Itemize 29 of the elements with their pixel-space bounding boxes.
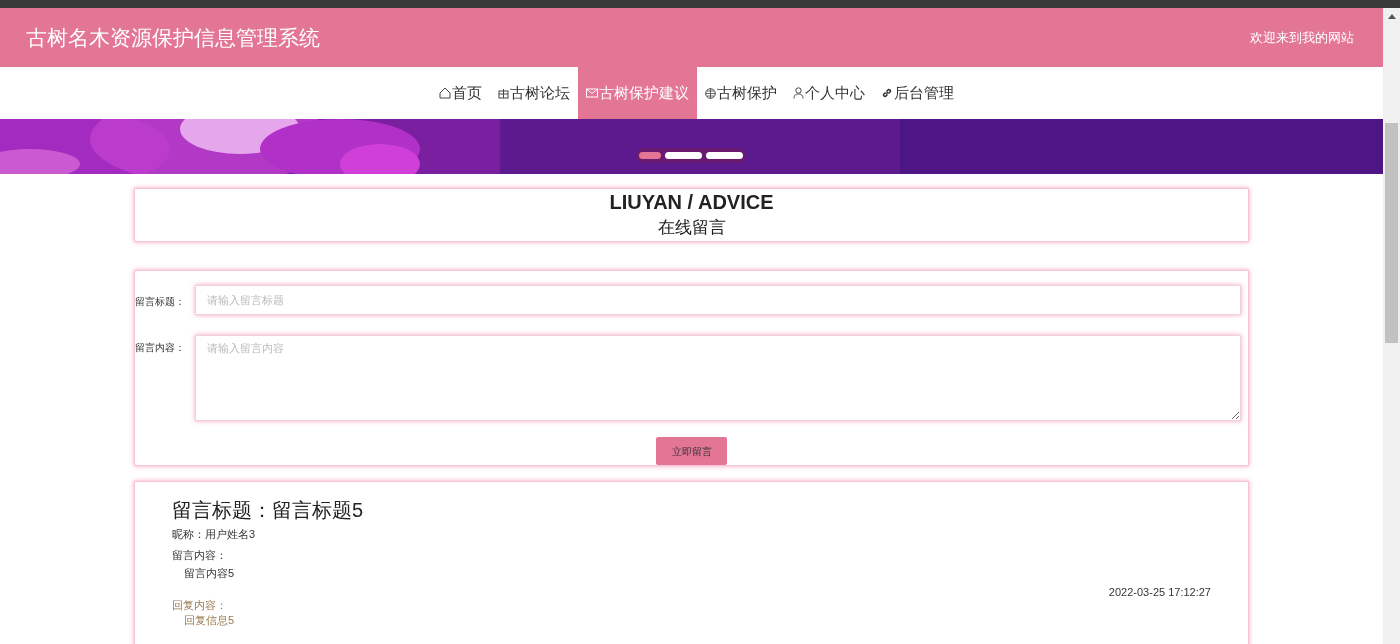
reply-label: 回复内容： <box>172 598 228 613</box>
nav-tab[interactable]: 首页 <box>431 67 490 119</box>
user-icon <box>793 87 804 99</box>
content-input[interactable]: 请输入留言内容 <box>195 335 1241 421</box>
link-icon <box>881 87 893 99</box>
scrollbar-thumb[interactable] <box>1385 123 1398 343</box>
section-title: LIUYAN / ADVICE <box>609 190 774 215</box>
envelope-icon <box>586 88 598 98</box>
section-subtitle: 在线留言 <box>657 217 726 239</box>
submit-button[interactable]: 立即留言 <box>656 437 727 465</box>
nav-tab[interactable]: 古树保护 <box>697 67 785 119</box>
field-label: 留言内容： <box>135 341 186 355</box>
gift-icon <box>498 87 509 99</box>
welcome-text: 欢迎来到我的网站 <box>1250 28 1354 47</box>
field-label: 留言标题： <box>135 295 186 309</box>
title-input[interactable]: 请输入留言标题 <box>195 285 1241 315</box>
reply-content: 回复信息5 <box>184 613 236 627</box>
globe-icon <box>705 87 716 99</box>
site-title: 古树名木资源保护信息管理系统 <box>26 24 320 51</box>
message-content: 留言内容5 <box>184 566 236 581</box>
home-icon <box>439 87 451 99</box>
message-time: 2022-03-25 17:12:27 <box>1108 585 1211 600</box>
scroll-up-icon[interactable] <box>1387 14 1396 19</box>
content-label: 留言内容： <box>172 548 228 563</box>
nav-tab[interactable]: 个人中心 <box>785 67 873 119</box>
message-title: 留言标题：留言标题5 <box>172 498 365 523</box>
nickname-text: 昵称：用户姓名3 <box>172 527 257 542</box>
nav-tab[interactable]: 后台管理 <box>873 67 962 119</box>
nav-tab[interactable]: 古树论坛 <box>490 67 578 119</box>
